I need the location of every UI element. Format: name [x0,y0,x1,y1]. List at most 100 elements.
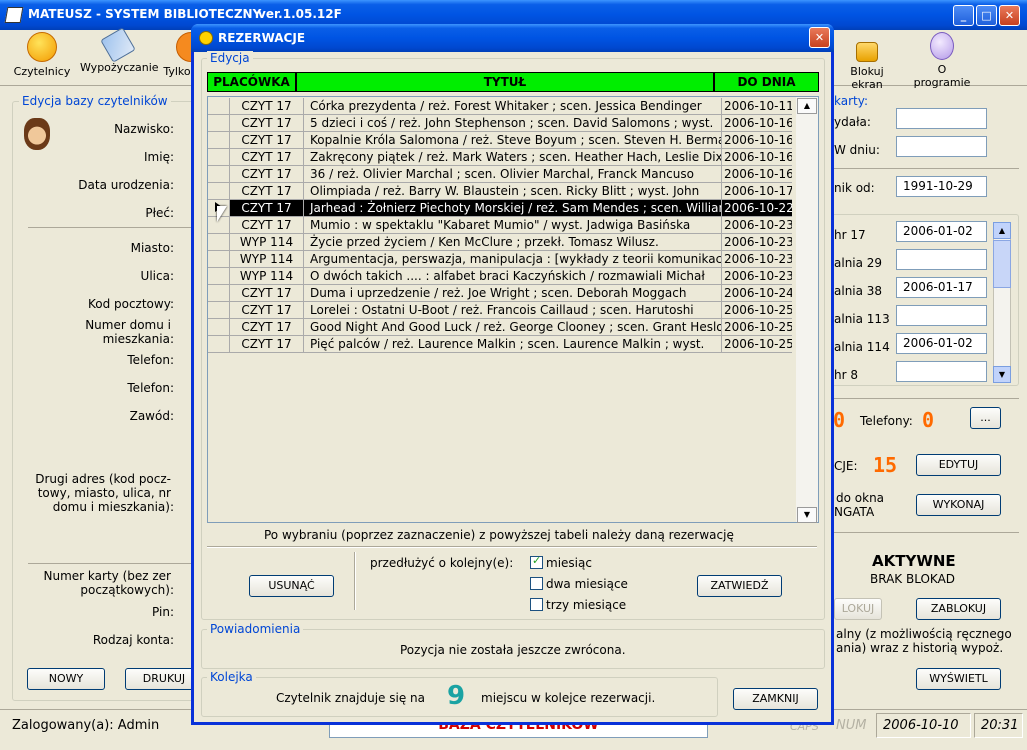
toolbar-o-programie[interactable]: O programie [908,32,976,89]
cell-tytul[interactable]: Życie przed życiem / Ken McClure ; przek… [304,234,722,251]
w-dniu-field[interactable] [896,136,987,157]
row-selector[interactable] [208,251,230,268]
cell-placowka[interactable]: CZYT 17 [230,132,304,149]
header-placowka[interactable]: PLACÓWKA [207,72,296,92]
cell-do-dnia[interactable]: 2006-10-24 [722,285,792,302]
cell-tytul[interactable]: Good Night And Good Luck / reż. George C… [304,319,722,336]
cell-tytul[interactable]: 5 dzieci i coś / reż. John Stephenson ; … [304,115,722,132]
table-row[interactable]: CZYT 17 5 dzieci i coś / reż. John Stephe… [208,115,792,132]
cell-tytul[interactable]: Argumentacja, perswazja, manipulacja : [… [304,251,722,268]
table-row[interactable]: WYP 114 O dwóch takich .... : alfabet bra… [208,268,792,285]
cell-tytul[interactable]: Zakręcony piątek / reż. Mark Waters ; sc… [304,149,722,166]
option-checkbox-1[interactable] [530,577,543,590]
cell-tytul[interactable]: Duma i uprzedzenie / reż. Joe Wright ; s… [304,285,722,302]
cell-do-dnia[interactable]: 2006-10-25 [722,319,792,336]
maximize-button[interactable]: □ [976,5,997,26]
cell-placowka[interactable]: CZYT 17 [230,200,304,217]
table-row[interactable]: CZYT 17 Pięć palców / reż. Laurence Malki… [208,336,792,353]
cell-tytul[interactable]: Jarhead : Żołnierz Piechoty Morskiej / r… [304,200,722,217]
toolbar-blokuj-ekran[interactable]: Blokuj ekran [834,32,900,91]
cell-placowka[interactable]: CZYT 17 [230,319,304,336]
table-row[interactable]: CZYT 17 Córka prezydenta / reż. Forest Wh… [208,98,792,115]
scroll-thumb[interactable] [993,240,1011,288]
row-selector[interactable] [208,98,230,115]
cell-do-dnia[interactable]: 2006-10-16 [722,132,792,149]
cell-placowka[interactable]: CZYT 17 [230,336,304,353]
header-do-dnia[interactable]: DO DNIA [714,72,819,92]
list-value-3[interactable] [896,305,987,326]
cell-tytul[interactable]: Córka prezydenta / reż. Forest Whitaker … [304,98,722,115]
cell-do-dnia[interactable]: 2006-10-16 [722,166,792,183]
table-row[interactable]: CZYT 17 Duma i uprzedzenie / reż. Joe Wri… [208,285,792,302]
cell-do-dnia[interactable]: 2006-10-22 [722,200,792,217]
cell-placowka[interactable]: WYP 114 [230,234,304,251]
cell-placowka[interactable]: CZYT 17 [230,166,304,183]
row-selector[interactable] [208,132,230,149]
close-button[interactable]: ✕ [999,5,1020,26]
cell-do-dnia[interactable]: 2006-10-23 [722,268,792,285]
cell-tytul[interactable]: 36 / reż. Olivier Marchal ; scen. Olivie… [304,166,722,183]
zamknij-button[interactable]: ZAMKNIJ [733,688,818,710]
cell-placowka[interactable]: CZYT 17 [230,98,304,115]
row-selector[interactable] [208,336,230,353]
cell-placowka[interactable]: CZYT 17 [230,217,304,234]
wykonaj-button[interactable]: WYKONAJ [916,494,1001,516]
row-selector[interactable] [208,183,230,200]
toolbar-tylko[interactable]: Tylko [162,32,192,82]
usun-button[interactable]: USUNĄĆ [249,575,334,597]
cell-do-dnia[interactable]: 2006-10-17 [722,183,792,200]
option-checkbox-0[interactable]: ✓ [530,554,543,569]
table-row[interactable]: CZYT 17 Zakręcony piątek / reż. Mark Wate… [208,149,792,166]
list-value-0[interactable]: 2006-01-02 [896,221,987,242]
wyswietl-button[interactable]: WYŚWIETL [916,668,1001,690]
cell-placowka[interactable]: WYP 114 [230,251,304,268]
table-row[interactable]: CZYT 17 Mumio : w spektaklu "Kabaret Mumi… [208,217,792,234]
row-selector[interactable] [208,115,230,132]
list-value-2[interactable]: 2006-01-17 [896,277,987,298]
table-row[interactable]: WYP 114 Argumentacja, perswazja, manipula… [208,251,792,268]
cell-tytul[interactable]: Kopalnie Króla Salomona / reż. Steve Boy… [304,132,722,149]
cell-placowka[interactable]: CZYT 17 [230,285,304,302]
cell-do-dnia[interactable]: 2006-10-23 [722,217,792,234]
option-checkbox-2[interactable] [530,598,543,611]
header-tytul[interactable]: TYTUŁ [296,72,714,92]
row-selector[interactable] [208,166,230,183]
table-row[interactable]: CZYT 17 Jarhead : Żołnierz Piechoty Morsk… [208,200,792,217]
cell-tytul[interactable]: Olimpiada / reż. Barry W. Blaustein ; sc… [304,183,722,200]
cell-tytul[interactable]: O dwóch takich .... : alfabet braci Kacz… [304,268,722,285]
toolbar-czytelnicy[interactable]: Czytelnicy [12,32,72,82]
table-scrollbar[interactable] [796,97,818,522]
cell-do-dnia[interactable]: 2006-10-16 [722,149,792,166]
row-selector[interactable] [208,319,230,336]
list-value-5[interactable] [896,361,987,382]
cell-tytul[interactable]: Pięć palców / reż. Laurence Malkin ; sce… [304,336,722,353]
table-scroll-up-icon[interactable]: ▲ [797,98,817,114]
dialog-close-button[interactable]: ✕ [809,27,830,48]
cell-do-dnia[interactable]: 2006-10-16 [722,115,792,132]
table-row[interactable]: CZYT 17 Good Night And Good Luck / reż. G… [208,319,792,336]
cell-tytul[interactable]: Lorelei : Ostatni U-Boot / reż. Francois… [304,302,722,319]
table-row[interactable]: CZYT 17 Olimpiada / reż. Barry W. Blauste… [208,183,792,200]
zablokuj-button[interactable]: ZABLOKUJ [916,598,1001,620]
cell-do-dnia[interactable]: 2006-10-25 [722,302,792,319]
table-row[interactable]: CZYT 17 Lorelei : Ostatni U-Boot / reż. F… [208,302,792,319]
cell-do-dnia[interactable]: 2006-10-23 [722,251,792,268]
list-value-4[interactable]: 2006-01-02 [896,333,987,354]
table-scroll-down-icon[interactable]: ▼ [797,507,817,523]
cell-placowka[interactable]: CZYT 17 [230,183,304,200]
cell-do-dnia[interactable]: 2006-10-23 [722,234,792,251]
edytuj-button[interactable]: EDYTUJ [916,454,1001,476]
zatwierdz-button[interactable]: ZATWIEDŹ [697,575,782,597]
scroll-down-icon[interactable]: ▼ [993,366,1011,383]
toolbar-wypozyczanie[interactable]: Wypożyczanie [80,27,159,82]
odblokuj-button[interactable]: LOKUJ [834,598,882,620]
table-row[interactable]: CZYT 17 Kopalnie Króla Salomona / reż. St… [208,132,792,149]
cell-do-dnia[interactable]: 2006-10-25 [722,336,792,353]
row-selector[interactable] [208,285,230,302]
cell-tytul[interactable]: Mumio : w spektaklu "Kabaret Mumio" / wy… [304,217,722,234]
row-selector[interactable] [208,234,230,251]
minimize-button[interactable]: _ [953,5,974,26]
nowy-button[interactable]: NOWY [27,668,105,690]
cell-placowka[interactable]: CZYT 17 [230,115,304,132]
list-value-1[interactable] [896,249,987,270]
